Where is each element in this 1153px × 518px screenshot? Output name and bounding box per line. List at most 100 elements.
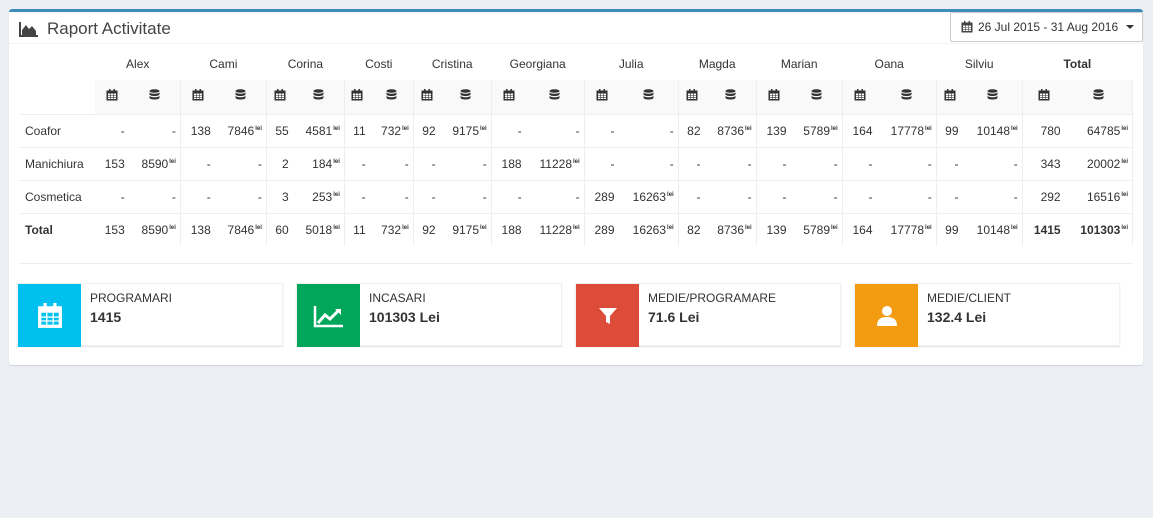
- appointments-count: 60: [275, 222, 289, 237]
- info-box: MEDIE/PROGRAMARE 71.6 Lei: [575, 283, 841, 347]
- appointments-count: 82: [687, 222, 701, 237]
- calendar-icon: [421, 89, 433, 104]
- calendar-icon: [274, 89, 286, 104]
- currency-suffix: lei: [1011, 125, 1018, 132]
- appointments-count: -: [361, 156, 366, 171]
- currency-suffix: lei: [745, 224, 752, 231]
- empty-header: [19, 80, 95, 114]
- date-range-picker[interactable]: 26 Jul 2015 - 31 Aug 2016: [950, 12, 1143, 42]
- database-icon: [811, 89, 822, 104]
- box-header: Raport Activitate 26 Jul 2015 - 31 Aug 2…: [9, 12, 1143, 44]
- info-box: PROGRAMARI 1415: [17, 283, 283, 347]
- currency-suffix: lei: [1121, 125, 1128, 132]
- currency-suffix: lei: [480, 125, 487, 132]
- revenue-column: [962, 80, 1023, 114]
- calendar-icon: [192, 89, 204, 104]
- revenue-amount: 17778lei: [876, 114, 937, 147]
- revenue-amount: -: [790, 180, 843, 213]
- revenue-column: [292, 80, 345, 114]
- info-box-label: PROGRAMARI: [90, 291, 173, 305]
- appointments-count: 153: [104, 222, 125, 237]
- appointments-count: -: [206, 189, 211, 204]
- employee-header-row: Alex Cami Corina Costi Cristina Georgiana Juli…: [19, 48, 1133, 80]
- calendar-icon: [503, 89, 515, 104]
- revenue-column: [369, 80, 414, 114]
- currency-suffix: lei: [667, 224, 674, 231]
- revenue-amount: -: [962, 147, 1023, 180]
- currency-suffix: lei: [255, 125, 262, 132]
- appointments-count: 139: [766, 123, 787, 138]
- column-header: Cami: [209, 57, 238, 71]
- calendar-icon: [596, 89, 608, 104]
- appointments-column: [344, 80, 370, 114]
- revenue-amount: 16263lei: [618, 180, 679, 213]
- report-box: Raport Activitate 26 Jul 2015 - 31 Aug 2…: [9, 9, 1143, 365]
- database-icon: [901, 89, 912, 104]
- revenue-amount: -: [369, 180, 414, 213]
- revenue-amount: -: [525, 114, 585, 147]
- appointments-count: -: [517, 123, 522, 138]
- column-header: Cristina: [431, 57, 473, 71]
- line-chart-icon: [313, 304, 345, 328]
- info-box-icon: [576, 284, 639, 347]
- appointments-count: -: [517, 189, 522, 204]
- revenue-amount: 8736lei: [704, 213, 757, 246]
- info-box-content: PROGRAMARI 1415: [81, 284, 181, 345]
- appointments-count: -: [610, 123, 615, 138]
- appointments-count: 164: [852, 123, 873, 138]
- database-icon: [987, 89, 998, 104]
- revenue-amount: 7846lei: [214, 114, 267, 147]
- revenue-column: [439, 80, 492, 114]
- table-row: Total 153 8590lei 138 7846lei 60 5018lei 11 732l…: [19, 213, 1133, 246]
- currency-suffix: lei: [831, 224, 838, 231]
- appointments-count: 3: [282, 189, 289, 204]
- revenue-amount: 9175lei: [439, 213, 492, 246]
- column-header: Silviu: [964, 57, 994, 71]
- appointments-count: 2: [282, 156, 289, 171]
- currency-suffix: lei: [402, 125, 409, 132]
- icon-header-row: [19, 80, 1133, 114]
- calendar-icon: [961, 21, 973, 33]
- revenue-amount: 4581lei: [292, 114, 345, 147]
- appointments-column: [180, 80, 215, 114]
- appointments-column: [756, 80, 791, 114]
- revenue-amount: -: [128, 114, 181, 147]
- calendar-icon: [944, 89, 956, 104]
- appointments-count: 138: [190, 222, 211, 237]
- revenue-column: [1064, 80, 1133, 114]
- appointments-column: [1022, 80, 1065, 114]
- info-box-value: 71.6 Lei: [648, 309, 700, 325]
- appointments-count: -: [610, 156, 615, 171]
- info-box-icon: [297, 284, 360, 347]
- divider: [19, 263, 1133, 264]
- info-box: INCASARI 101303 Lei: [296, 283, 562, 347]
- appointments-count: 11: [353, 123, 366, 138]
- calendar-icon: [37, 302, 63, 329]
- appointments-count: -: [782, 156, 787, 171]
- area-chart-icon: [19, 22, 38, 37]
- currency-suffix: lei: [1121, 224, 1128, 231]
- currency-suffix: lei: [1011, 224, 1018, 231]
- revenue-amount: -: [214, 147, 267, 180]
- revenue-column: [876, 80, 937, 114]
- currency-suffix: lei: [169, 158, 176, 165]
- info-box-value: 1415: [90, 309, 122, 325]
- appointments-column: [266, 80, 293, 114]
- revenue-amount: 64785lei: [1064, 114, 1133, 147]
- column-header: Total: [1063, 57, 1092, 71]
- row-label: Manichiura: [25, 156, 84, 171]
- appointments-count: -: [120, 189, 125, 204]
- currency-suffix: lei: [333, 158, 340, 165]
- revenue-amount: -: [525, 180, 585, 213]
- database-icon: [235, 89, 246, 104]
- info-box-content: MEDIE/CLIENT 132.4 Lei: [918, 284, 1020, 345]
- info-box-content: INCASARI 101303 Lei: [360, 284, 449, 345]
- revenue-amount: 253lei: [292, 180, 345, 213]
- revenue-amount: -: [876, 180, 937, 213]
- appointments-column: [584, 80, 619, 114]
- currency-suffix: lei: [745, 125, 752, 132]
- database-icon: [549, 89, 560, 104]
- revenue-amount: 17778lei: [876, 213, 937, 246]
- appointments-count: 92: [422, 222, 436, 237]
- currency-suffix: lei: [333, 191, 340, 198]
